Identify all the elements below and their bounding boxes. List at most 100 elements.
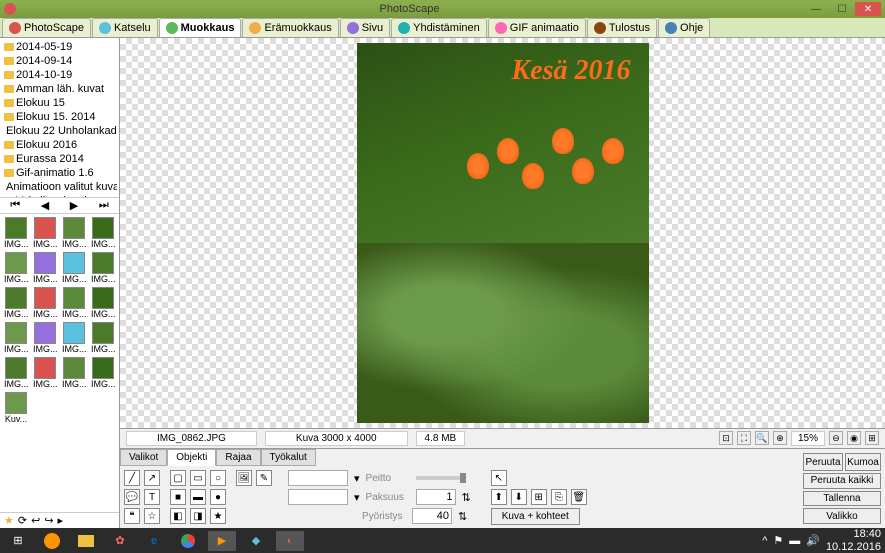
thumbnail[interactable]: IMG...: [61, 252, 87, 284]
tray-up-icon[interactable]: ^: [762, 535, 767, 547]
clock[interactable]: 18:40 10.12.2016: [826, 528, 881, 552]
undo-all-button[interactable]: Peruuta kaikki: [803, 473, 881, 489]
star-icon[interactable]: ★: [4, 514, 14, 527]
tab-yhdistäminen[interactable]: Yhdistäminen: [391, 18, 487, 37]
firefox-icon[interactable]: [38, 531, 66, 551]
nav-last-icon[interactable]: ⏭: [99, 199, 109, 212]
back-icon[interactable]: ↩: [31, 514, 40, 527]
tab-sivu[interactable]: Sivu: [340, 18, 390, 37]
tray-network-icon[interactable]: ▬: [789, 535, 800, 547]
circle-fill-tool[interactable]: ●: [210, 489, 226, 505]
opacity-slider[interactable]: [416, 476, 466, 480]
folder-item[interactable]: Elokuu 15. 2014: [2, 110, 117, 124]
tab-ohje[interactable]: Ohje: [658, 18, 710, 37]
thumbnail[interactable]: IMG...: [32, 287, 58, 319]
star-tool[interactable]: ☆: [144, 508, 160, 524]
circle-outline-tool[interactable]: ○: [210, 470, 226, 486]
folder-item[interactable]: Elokuu 15: [2, 96, 117, 110]
delete-icon[interactable]: 🗑: [571, 489, 587, 505]
forward-icon[interactable]: ↪: [44, 514, 53, 527]
thumbnail[interactable]: IMG...: [3, 287, 29, 319]
roundrect-outline-tool[interactable]: ▭: [190, 470, 206, 486]
thumbnail[interactable]: IMG...: [90, 357, 116, 389]
chrome-icon[interactable]: [174, 531, 202, 551]
save-button[interactable]: Tallenna: [803, 491, 881, 507]
folder-item[interactable]: Elokuu 2016: [2, 138, 117, 152]
image-objects-button[interactable]: Kuva + kohteet: [491, 508, 580, 525]
tab-tulostus[interactable]: Tulostus: [587, 18, 657, 37]
spinner-icon[interactable]: ⇅: [462, 491, 471, 504]
photo-preview[interactable]: Kesä 2016: [357, 43, 649, 423]
linestyle-picker[interactable]: [288, 489, 348, 505]
menu-button[interactable]: Valikko: [803, 508, 881, 524]
thumbnail[interactable]: IMG...: [3, 252, 29, 284]
spinner-icon[interactable]: ⇅: [458, 510, 467, 523]
tool-tab-valikot[interactable]: Valikot: [120, 449, 167, 466]
nav-next-icon[interactable]: ▶: [70, 199, 78, 212]
canvas[interactable]: Kesä 2016: [120, 38, 885, 428]
thumbnail[interactable]: IMG...: [32, 217, 58, 249]
folder-item[interactable]: Gif-animatio 1.6: [2, 166, 117, 180]
dropdown-icon[interactable]: ▾: [354, 472, 360, 485]
nav-prev-icon[interactable]: ◀: [41, 199, 49, 212]
tab-photoscape[interactable]: PhotoScape: [2, 18, 91, 37]
symbol-tool[interactable]: ❝: [124, 508, 140, 524]
thumbnail[interactable]: IMG...: [32, 322, 58, 354]
tab-erämuokkaus[interactable]: Erämuokkaus: [242, 18, 338, 37]
maximize-button[interactable]: ☐: [829, 2, 855, 16]
explorer-icon[interactable]: [72, 531, 100, 551]
photo-overlay-text[interactable]: Kesä 2016: [512, 55, 631, 87]
zoom-in-icon[interactable]: 🔍: [755, 431, 769, 445]
image-tool[interactable]: 🖼: [236, 470, 252, 486]
folder-item[interactable]: 2014-05-19: [2, 40, 117, 54]
rect-fill-tool[interactable]: ■: [170, 489, 186, 505]
arrow-tool[interactable]: ↗: [144, 470, 160, 486]
thumbnail[interactable]: IMG...: [61, 217, 87, 249]
nav-first-icon[interactable]: ⏮: [10, 199, 20, 212]
color-picker[interactable]: [288, 470, 348, 486]
thumbnail[interactable]: Kuv...: [3, 392, 29, 424]
roundrect-fill-tool[interactable]: ▬: [190, 489, 206, 505]
folder-tree[interactable]: 2014-05-192014-09-142014-10-19Amman läh.…: [0, 38, 119, 198]
rounding-input[interactable]: [412, 508, 452, 524]
dropdown-icon[interactable]: ▾: [354, 491, 360, 504]
folder-item[interactable]: Eurassa 2014: [2, 152, 117, 166]
undo-button[interactable]: Peruuta: [803, 453, 843, 471]
line-tool[interactable]: ╱: [124, 470, 140, 486]
thumbnail[interactable]: IMG...: [32, 357, 58, 389]
edge-icon[interactable]: e: [140, 531, 168, 551]
tool-tab-rajaa[interactable]: Rajaa: [216, 449, 260, 466]
tab-gif animaatio[interactable]: GIF animaatio: [488, 18, 586, 37]
thumbnail-grid[interactable]: IMG...IMG...IMG...IMG...IMG...IMG...IMG.…: [0, 214, 119, 512]
redo-button[interactable]: Kumoa: [845, 453, 881, 471]
fullscreen-icon[interactable]: ⊞: [865, 431, 879, 445]
tool-tab-työkalut[interactable]: Työkalut: [261, 449, 316, 466]
text-tool[interactable]: T: [144, 489, 160, 505]
thumbnail[interactable]: IMG...: [3, 357, 29, 389]
photoscape-taskbar-icon[interactable]: ◐: [276, 531, 304, 551]
thumbnail[interactable]: IMG...: [90, 217, 116, 249]
expand-icon[interactable]: ⛶: [737, 431, 751, 445]
tool-tab-objekti[interactable]: Objekti: [167, 449, 216, 466]
copy-icon[interactable]: ⎘: [551, 489, 567, 505]
send-back-icon[interactable]: ⬇: [511, 489, 527, 505]
thumbnail[interactable]: IMG...: [61, 357, 87, 389]
thumbnail[interactable]: IMG...: [61, 287, 87, 319]
tray-volume-icon[interactable]: 🔊: [806, 534, 820, 547]
bring-front-icon[interactable]: ⬆: [491, 489, 507, 505]
more-icon[interactable]: ▸: [58, 514, 64, 527]
close-button[interactable]: ✕: [855, 2, 881, 16]
tab-katselu[interactable]: Katselu: [92, 18, 158, 37]
fit-icon[interactable]: ⊡: [719, 431, 733, 445]
thickness-input[interactable]: [416, 489, 456, 505]
thumbnail[interactable]: IMG...: [3, 322, 29, 354]
thumbnail[interactable]: IMG...: [90, 322, 116, 354]
refresh-icon[interactable]: ⟳: [18, 514, 27, 527]
folder-item[interactable]: 2014-09-14: [2, 54, 117, 68]
app2-icon[interactable]: ▶: [208, 531, 236, 551]
tab-muokkaus[interactable]: Muokkaus: [159, 18, 242, 37]
minimize-button[interactable]: —: [803, 2, 829, 16]
zoom-reset-icon[interactable]: ⊕: [773, 431, 787, 445]
folder-item[interactable]: 2014-10-19: [2, 68, 117, 82]
speech-tool[interactable]: 💬: [124, 489, 140, 505]
